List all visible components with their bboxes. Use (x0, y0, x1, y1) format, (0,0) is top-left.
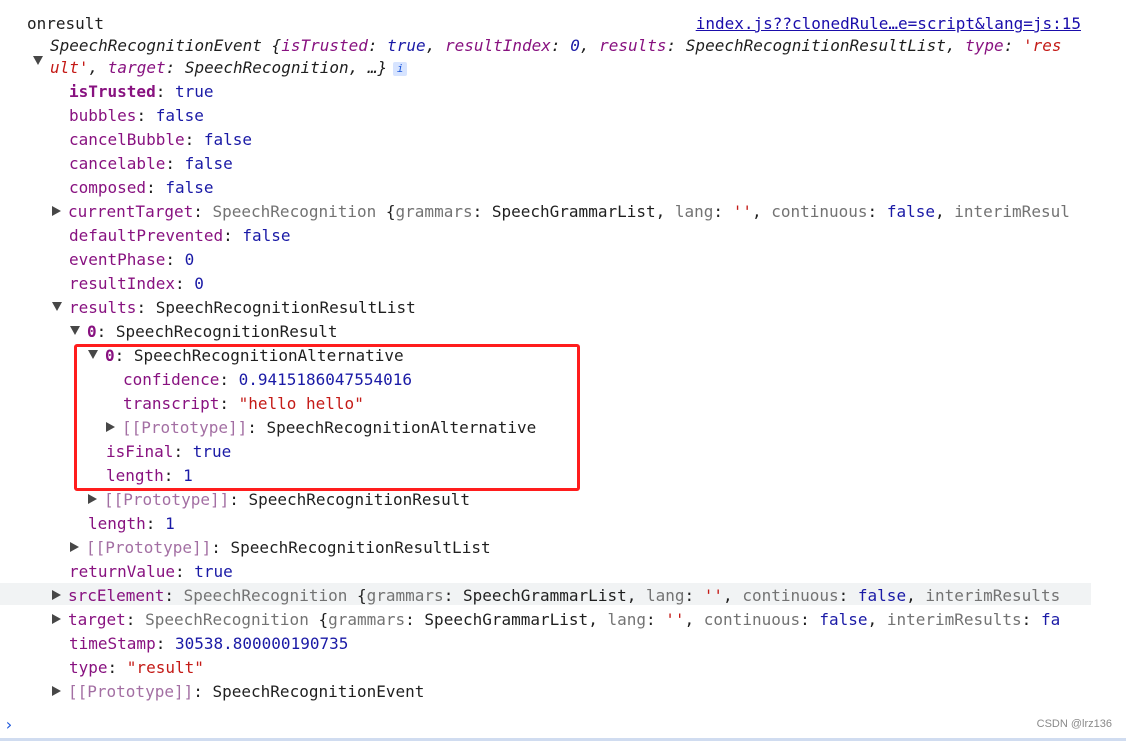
prop-list-length: length: 1 (88, 514, 175, 533)
prop-defaultPrevented: defaultPrevented: false (69, 226, 291, 245)
prop-cancelBubble: cancelBubble: false (69, 130, 253, 149)
expand-triangle-down-icon[interactable] (33, 56, 43, 65)
prop-cancelable: cancelable: false (69, 154, 233, 173)
event-summary-line[interactable]: SpeechRecognitionEvent {isTrusted: true,… (30, 36, 1061, 65)
expand-triangle-right-icon[interactable] (52, 589, 61, 600)
prop-timeStamp: timeStamp: 30538.800000190735 (69, 634, 349, 653)
prop-result-prototype[interactable]: [[Prototype]]: SpeechRecognitionResult (88, 490, 470, 512)
event-summary-line-2: ult', target: SpeechRecognition, …} i (50, 58, 408, 80)
prop-composed: composed: false (69, 178, 214, 197)
expand-triangle-right-icon[interactable] (52, 613, 61, 624)
prop-results[interactable]: results: SpeechRecognitionResultList (52, 298, 416, 320)
info-icon[interactable]: i (393, 61, 408, 76)
expand-triangle-right-icon[interactable] (88, 493, 97, 504)
log-label: onresult (27, 14, 105, 33)
prop-srcElement[interactable]: srcElement: SpeechRecognition {grammars:… (52, 586, 1091, 608)
expand-triangle-right-icon[interactable] (70, 541, 79, 552)
prop-target[interactable]: target: SpeechRecognition {grammars: Spe… (52, 610, 1091, 632)
expand-triangle-right-icon[interactable] (52, 205, 61, 216)
watermark: CSDN @lrz136 (1036, 718, 1112, 730)
expand-triangle-right-icon[interactable] (52, 685, 61, 696)
prop-resultIndex: resultIndex: 0 (69, 274, 204, 293)
prop-bubbles: bubbles: false (69, 106, 204, 125)
source-link[interactable]: index.js??clonedRule…e=script&lang=js:15 (696, 14, 1081, 33)
console-prompt-icon[interactable]: › (4, 715, 14, 734)
prop-eventPhase: eventPhase: 0 (69, 250, 195, 269)
event-type-name: SpeechRecognitionEvent (50, 36, 262, 55)
red-highlight-box (74, 344, 580, 491)
prop-currentTarget[interactable]: currentTarget: SpeechRecognition {gramma… (52, 202, 1091, 224)
prop-returnValue: returnValue: true (69, 562, 233, 581)
prop-event-prototype[interactable]: [[Prototype]]: SpeechRecognitionEvent (52, 682, 424, 704)
prop-isTrusted: isTrusted: true (69, 82, 214, 101)
collapse-triangle-down-icon[interactable] (52, 302, 62, 311)
prop-result-0[interactable]: 0: SpeechRecognitionResult (70, 322, 337, 344)
prop-list-prototype[interactable]: [[Prototype]]: SpeechRecognitionResultLi… (70, 538, 491, 560)
collapse-triangle-down-icon[interactable] (70, 326, 80, 335)
prop-type: type: "result" (69, 658, 204, 677)
